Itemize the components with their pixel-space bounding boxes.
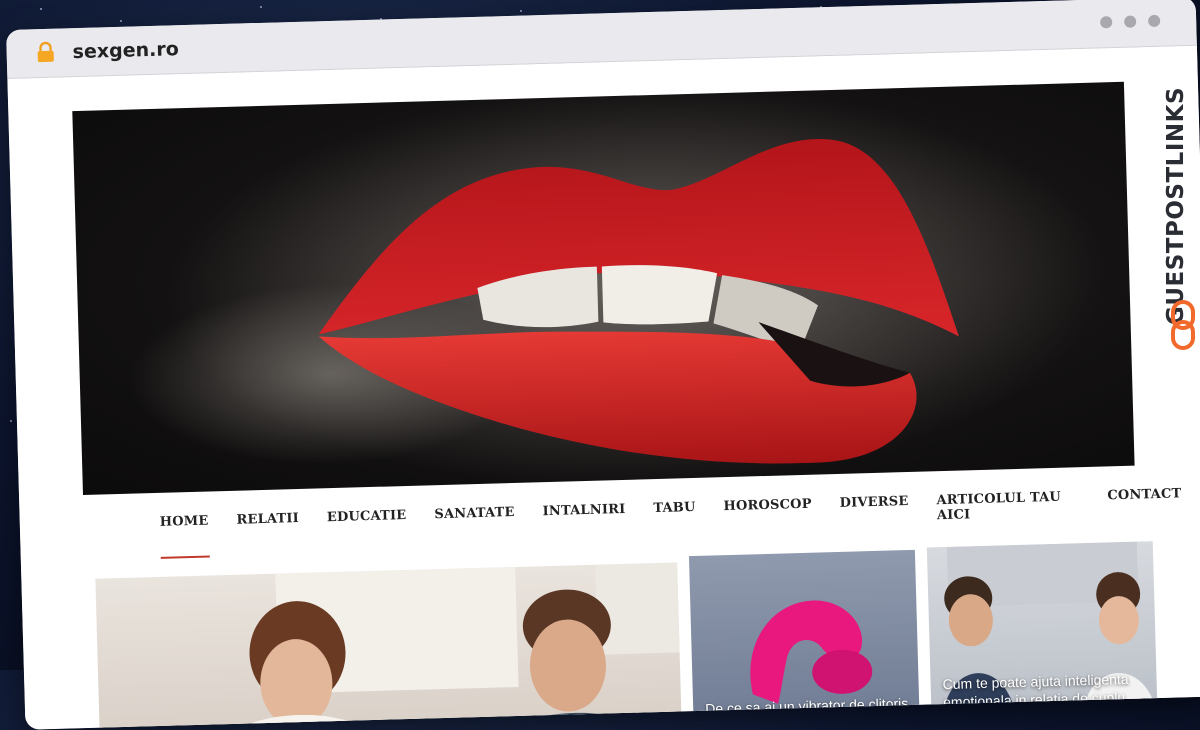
hero-banner-image [72,81,1135,496]
featured-article-image [220,562,680,730]
nav-item-intalniri[interactable]: INTALNIRI [542,502,626,548]
window-controls [1100,14,1161,29]
nav-item-educatie[interactable]: EDUCATIE [327,508,408,554]
nav-item-tabu[interactable]: TABU [653,500,696,545]
nav-item-articolul-tau-aici[interactable]: ARTICOLUL TAU AICI [936,489,1080,537]
nav-item-diverse[interactable]: DIVERSE [839,494,909,540]
article-card[interactable]: De ce sa ai un vibrator de clitoris [688,549,920,730]
featured-article-card[interactable] [95,562,682,730]
card-caption: Cum te poate ajuta inteligenta emotional… [942,670,1129,710]
browser-window: sexgen.ro HOME RELATII EDUCATIE SANATATE… [6,0,1200,730]
chain-link-icon [1171,300,1195,350]
badge-text: GUESTPOSTLINKS [1163,86,1189,326]
window-dot-icon[interactable] [1148,14,1161,28]
nav-item-sanatate[interactable]: SANATATE [434,505,515,551]
address-bar-url[interactable]: sexgen.ro [72,38,179,63]
nav-item-home[interactable]: HOME [160,514,210,559]
page-viewport: HOME RELATII EDUCATIE SANATATE INTALNIRI… [7,45,1200,730]
window-dot-icon[interactable] [1124,15,1137,28]
nav-item-horoscop[interactable]: HOROSCOP [723,497,812,543]
nav-item-relatii[interactable]: RELATII [236,511,300,557]
article-card[interactable]: Cum te poate ajuta inteligenta emotional… [926,541,1158,726]
nav-item-contact[interactable]: CONTACT [1107,486,1182,532]
window-dot-icon[interactable] [1100,16,1113,29]
lock-icon [37,41,54,63]
